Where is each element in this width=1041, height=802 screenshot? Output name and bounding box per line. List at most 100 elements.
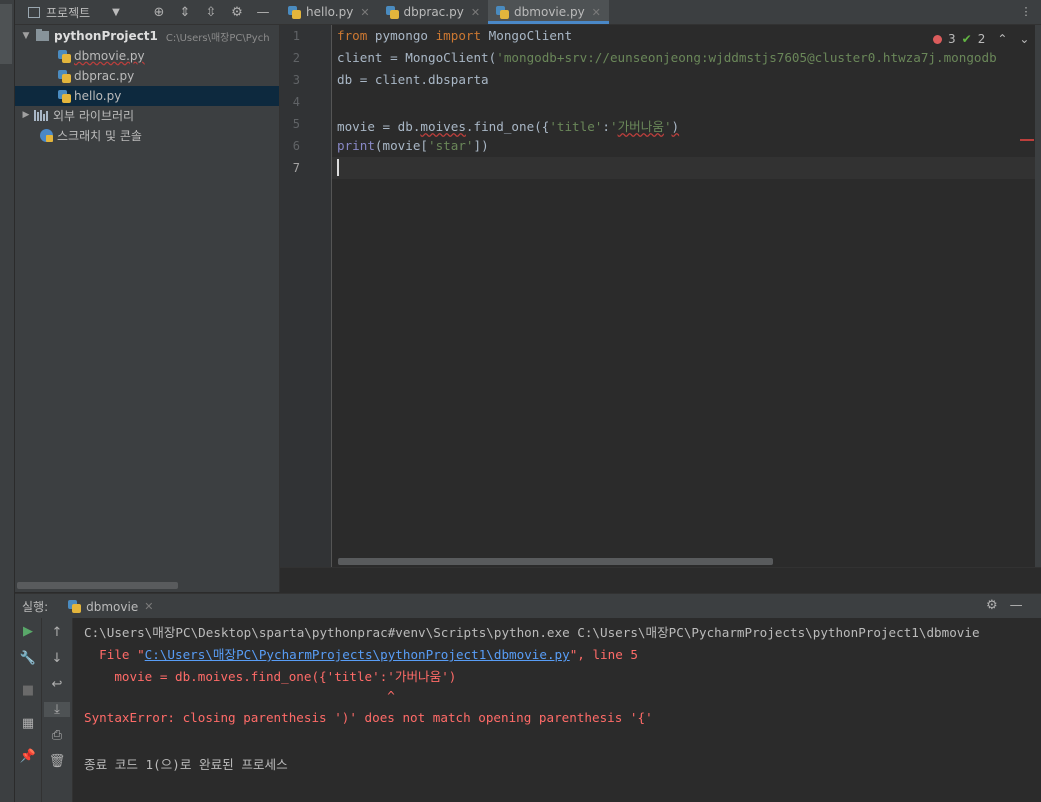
console-file-link[interactable]: C:\Users\매장PC\PycharmProjects\pythonProj… — [145, 647, 570, 662]
sidebar-scrollbar[interactable] — [17, 582, 178, 589]
file-name: hello.py — [74, 89, 122, 103]
run-tab-dbmovie[interactable]: dbmovie ✕ — [66, 594, 155, 619]
code-token: 'title' — [549, 119, 603, 134]
stop-icon[interactable]: ■ — [15, 683, 41, 698]
close-icon[interactable]: ✕ — [592, 6, 601, 19]
tab-dbmovie[interactable]: dbmovie.py ✕ — [488, 0, 609, 24]
tree-external-libraries[interactable]: ▶ 외부 라이브러리 — [20, 105, 279, 125]
run-panel-actions: ⚙ — — [986, 593, 1023, 618]
gear-icon[interactable]: ⚙ — [224, 5, 250, 20]
layout-icon[interactable]: ▦ — [15, 716, 41, 731]
file-name: dbprac.py — [74, 69, 135, 83]
code-editor[interactable] — [332, 25, 1035, 567]
code-token: ' — [663, 119, 672, 134]
console-line: 종료 코드 1(으)로 완료된 프로세스 — [84, 757, 288, 772]
run-toolbar-primary: ▶ 🔧 ■ ▦ 📌 — [15, 618, 42, 802]
chevron-up-icon[interactable]: ⌃ — [997, 32, 1007, 46]
line-number: 2 — [292, 51, 300, 65]
chevron-down-icon[interactable]: ▼ — [112, 7, 120, 18]
wrench-icon[interactable]: 🔧 — [15, 651, 41, 666]
collapse-all-icon[interactable]: ⇳ — [198, 5, 224, 20]
folder-icon — [36, 29, 49, 41]
external-libraries-label: 외부 라이브러리 — [53, 108, 135, 123]
chevron-down-icon[interactable]: ▼ — [20, 31, 32, 41]
tree-scratches[interactable]: 스크래치 및 콘솔 — [38, 125, 279, 145]
python-file-icon — [58, 69, 71, 83]
python-file-icon — [58, 89, 71, 103]
close-icon[interactable]: ✕ — [360, 6, 369, 19]
trash-icon[interactable]: 🗑 — [44, 754, 70, 769]
tab-list-menu-icon[interactable]: ⋮ — [1014, 0, 1038, 24]
tab-dbprac[interactable]: dbprac.py ✕ — [378, 0, 489, 24]
project-tool-window-button[interactable] — [0, 4, 12, 64]
code-token: 'star' — [428, 138, 474, 153]
console-line: File "C:\Users\매장PC\PycharmProjects\pyth… — [84, 644, 638, 663]
project-root-name: pythonProject1 — [54, 29, 158, 43]
error-stripe-mark[interactable] — [1020, 139, 1034, 141]
code-token: ]) — [473, 138, 489, 153]
code-token: client = MongoClient( — [337, 50, 497, 65]
expand-all-icon[interactable]: ⇕ — [172, 5, 198, 20]
chevron-down-icon[interactable]: ⌄ — [1019, 32, 1029, 46]
locate-file-icon[interactable]: ⊕ — [146, 5, 172, 20]
error-icon — [933, 34, 942, 44]
minimize-icon[interactable]: — — [250, 5, 276, 20]
run-tab-label: dbmovie — [86, 599, 139, 614]
editor-bottom-area — [280, 567, 1041, 593]
editor-tabs: hello.py ✕ dbprac.py ✕ dbmovie.py ✕ — [280, 0, 609, 24]
code-token: : — [602, 119, 610, 134]
code-token: 가버나움 — [617, 119, 664, 134]
inspection-widget[interactable]: 3 ✔ 2 ⌃ ⌄ — [933, 31, 1030, 47]
code-token: .find_one({ — [465, 119, 550, 134]
code-token: ' — [609, 119, 618, 134]
rerun-icon[interactable]: ▶ — [15, 624, 41, 639]
arrow-down-icon[interactable]: ↓ — [44, 651, 70, 666]
left-tool-strip — [0, 0, 15, 802]
current-line-highlight — [332, 157, 1035, 179]
tab-hello[interactable]: hello.py ✕ — [280, 0, 378, 24]
code-token: (movie[ — [374, 138, 428, 153]
tree-file-dbmovie[interactable]: dbmovie.py — [58, 46, 279, 66]
project-panel-title: 프로젝트 — [46, 5, 91, 20]
error-count: 3 — [948, 32, 956, 46]
code-token: print — [337, 138, 375, 153]
tab-label: dbmovie.py — [514, 5, 585, 19]
editor-horizontal-scrollbar[interactable] — [338, 558, 773, 565]
tree-file-dbprac[interactable]: dbprac.py — [58, 66, 279, 86]
warning-count: 2 — [977, 32, 986, 46]
print-icon[interactable]: ⎙ — [44, 728, 70, 743]
code-token: movie = db. — [337, 119, 421, 134]
console-line: ^ — [84, 688, 395, 703]
code-token: ) — [671, 119, 680, 134]
run-panel-header: 실행: dbmovie ✕ — [15, 593, 1041, 619]
gear-icon[interactable]: ⚙ — [986, 598, 998, 613]
warning-check-icon: ✔ — [961, 32, 972, 46]
tree-file-hello[interactable]: hello.py — [15, 86, 279, 106]
code-line-5: movie = db.moives.find_one({'title':'가버나… — [337, 116, 679, 135]
close-icon[interactable]: ✕ — [144, 600, 153, 613]
project-panel-icon — [28, 6, 40, 18]
scroll-to-end-icon[interactable]: ⤓ — [44, 702, 70, 717]
code-token: pymongo — [367, 28, 436, 43]
python-file-icon — [385, 5, 399, 19]
tree-root-row[interactable]: ▼ pythonProject1 C:\Users\매장PC\Pych — [20, 26, 279, 46]
minimize-icon[interactable]: — — [1010, 598, 1023, 613]
line-number: 4 — [292, 95, 300, 109]
code-line-6: print(movie['star']) — [337, 138, 489, 153]
tab-label: hello.py — [306, 5, 354, 19]
python-file-icon — [288, 5, 301, 19]
line-number: 5 — [292, 117, 300, 131]
scratches-icon — [40, 128, 53, 142]
arrow-up-icon[interactable]: ↑ — [44, 625, 70, 640]
editor-error-stripe — [1035, 25, 1041, 567]
python-file-icon — [68, 600, 82, 613]
console-text: ", line 5 — [569, 647, 638, 662]
text-caret — [337, 159, 339, 176]
code-token: import — [435, 28, 482, 43]
close-icon[interactable]: ✕ — [471, 6, 480, 19]
chevron-right-icon[interactable]: ▶ — [20, 110, 32, 120]
line-number: 1 — [292, 29, 300, 43]
soft-wrap-icon[interactable]: ↩ — [44, 677, 70, 692]
run-panel-label: 실행: — [22, 600, 49, 614]
pin-icon[interactable]: 📌 — [15, 749, 41, 764]
